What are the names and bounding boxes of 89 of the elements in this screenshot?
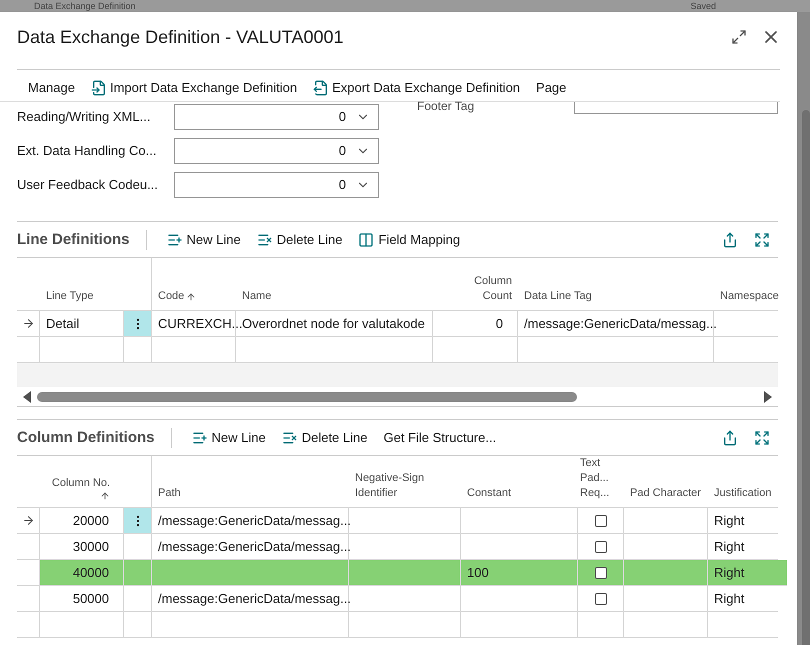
- column-header[interactable]: Name: [236, 258, 433, 310]
- part-title: Line Definitions: [17, 230, 146, 250]
- part-action[interactable]: Delete Line: [248, 230, 350, 250]
- action-bar-item[interactable]: Export Data Exchange Definition: [305, 78, 528, 98]
- column-label: Column No.: [52, 476, 110, 490]
- share-icon[interactable]: [722, 430, 738, 446]
- part-title: Column Definitions: [17, 428, 172, 448]
- checkbox[interactable]: [594, 514, 606, 526]
- column-header[interactable]: Constant: [461, 456, 578, 507]
- column-label: Negative-Sign Identifier: [355, 471, 426, 501]
- table-cell-text: CURREXCH...: [158, 314, 243, 333]
- part-action[interactable]: New Line: [158, 230, 249, 250]
- dialog-title: Data Exchange Definition - VALUTA0001: [17, 26, 345, 49]
- field-label: Reading/Writing XML...: [17, 108, 152, 126]
- column-header[interactable]: Path: [152, 456, 349, 507]
- text-field[interactable]: [574, 102, 778, 114]
- column-header[interactable]: Column No.: [40, 456, 124, 507]
- table-cell-text: Right: [714, 564, 744, 582]
- part-action[interactable]: New Line: [184, 428, 274, 448]
- column-header[interactable]: Justification: [708, 456, 778, 507]
- table-cell-text: /message:GenericData/messag...: [158, 538, 351, 556]
- column-label: Justification: [714, 486, 772, 501]
- action-bar-item[interactable]: Manage: [20, 78, 83, 98]
- table-cell-text: 50000: [72, 590, 109, 608]
- table-row[interactable]: Detail CURREXCH...Overordnet node for valutakode 0 /message:GenericData/messag...: [17, 311, 778, 337]
- expand-icon[interactable]: [754, 430, 770, 446]
- column-label: Constant: [467, 486, 512, 501]
- table-cell-text: 0: [496, 314, 503, 333]
- action-bar-item[interactable]: Import Data Exchange Definition: [82, 78, 306, 98]
- action-bar-item[interactable]: Page: [528, 78, 574, 98]
- checkbox[interactable]: [594, 592, 606, 604]
- delete-line-icon: [256, 232, 273, 248]
- column-label: Pad Character: [630, 486, 701, 501]
- checkbox[interactable]: [594, 540, 606, 552]
- column-header[interactable]: Negative-Sign Identifier: [349, 456, 461, 507]
- field-label: User Feedback Codeu...: [17, 176, 159, 194]
- field-mapping-icon: [358, 232, 374, 248]
- column-header[interactable]: Text Pad... Req...: [578, 456, 624, 507]
- checkbox[interactable]: [594, 566, 606, 578]
- part-action[interactable]: Get File Structure...: [375, 428, 504, 448]
- table-cell-text: Right: [714, 590, 744, 608]
- column-header[interactable]: Namespace: [714, 258, 778, 310]
- table-row[interactable]: 20000 /message:GenericData/messag... Right: [17, 508, 778, 534]
- column-label: Name: [242, 289, 272, 304]
- dropdown-field[interactable]: 0: [174, 138, 379, 164]
- vertical-scrollbar[interactable]: [802, 110, 810, 645]
- column-label: Line Type: [46, 288, 94, 304]
- table-cell-text: Overordnet node for valutakode: [242, 314, 425, 333]
- field-label: Footer Tag: [417, 100, 476, 112]
- highlighted-row[interactable]: 40000 100 Right: [17, 560, 787, 586]
- table-cell-text: /message:GenericData/messag...: [158, 590, 351, 608]
- table-cell-text: Right: [714, 538, 744, 556]
- sort-arrow-icon: [186, 292, 196, 302]
- part-action[interactable]: Field Mapping: [350, 230, 468, 250]
- table-cell-text: 100: [467, 564, 489, 582]
- new-line-icon: [192, 430, 208, 446]
- table-row[interactable]: 50000 /message:GenericData/messag... Right: [17, 586, 778, 612]
- column-label: Column Count: [473, 274, 512, 304]
- table-cell-text: Right: [714, 512, 744, 530]
- column-header[interactable]: Data Line Tag: [518, 258, 714, 310]
- table-cell-text: 40000: [72, 564, 109, 582]
- table-cell-text: 30000: [72, 538, 109, 556]
- sort-arrow-icon: [100, 491, 110, 501]
- column-header[interactable]: Line Type: [40, 258, 124, 310]
- expand-icon[interactable]: [754, 232, 770, 248]
- dropdown-field[interactable]: 0: [174, 104, 379, 130]
- expand-dialog-icon[interactable]: [731, 29, 747, 45]
- new-line-icon: [166, 232, 182, 248]
- column-header[interactable]: Column Count: [433, 258, 518, 310]
- table-cell-text: Detail: [46, 314, 80, 333]
- column-label: Text Pad... Req...: [580, 456, 610, 501]
- column-header[interactable]: Code: [152, 258, 236, 310]
- table-cell-text: 20000: [72, 512, 109, 530]
- file-export-icon: [313, 80, 330, 96]
- column-label: Path: [158, 486, 181, 501]
- column-label: Code: [158, 289, 184, 304]
- table-cell-text: /message:GenericData/messag...: [524, 314, 717, 333]
- share-icon[interactable]: [722, 232, 738, 248]
- column-label: Namespace: [720, 289, 779, 304]
- file-import-icon: [90, 80, 107, 96]
- column-label: Data Line Tag: [524, 289, 592, 304]
- table-cell-text: /message:GenericData/messag...: [158, 512, 351, 530]
- delete-line-icon: [282, 430, 298, 446]
- part-action[interactable]: Delete Line: [274, 428, 376, 448]
- saved-status: Saved: [690, 1, 716, 11]
- column-header[interactable]: Pad Character: [624, 456, 708, 507]
- field-label: Ext. Data Handling Co...: [17, 142, 158, 160]
- background-page-title: Data Exchange Definition: [34, 1, 136, 11]
- dropdown-field[interactable]: 0: [174, 172, 379, 198]
